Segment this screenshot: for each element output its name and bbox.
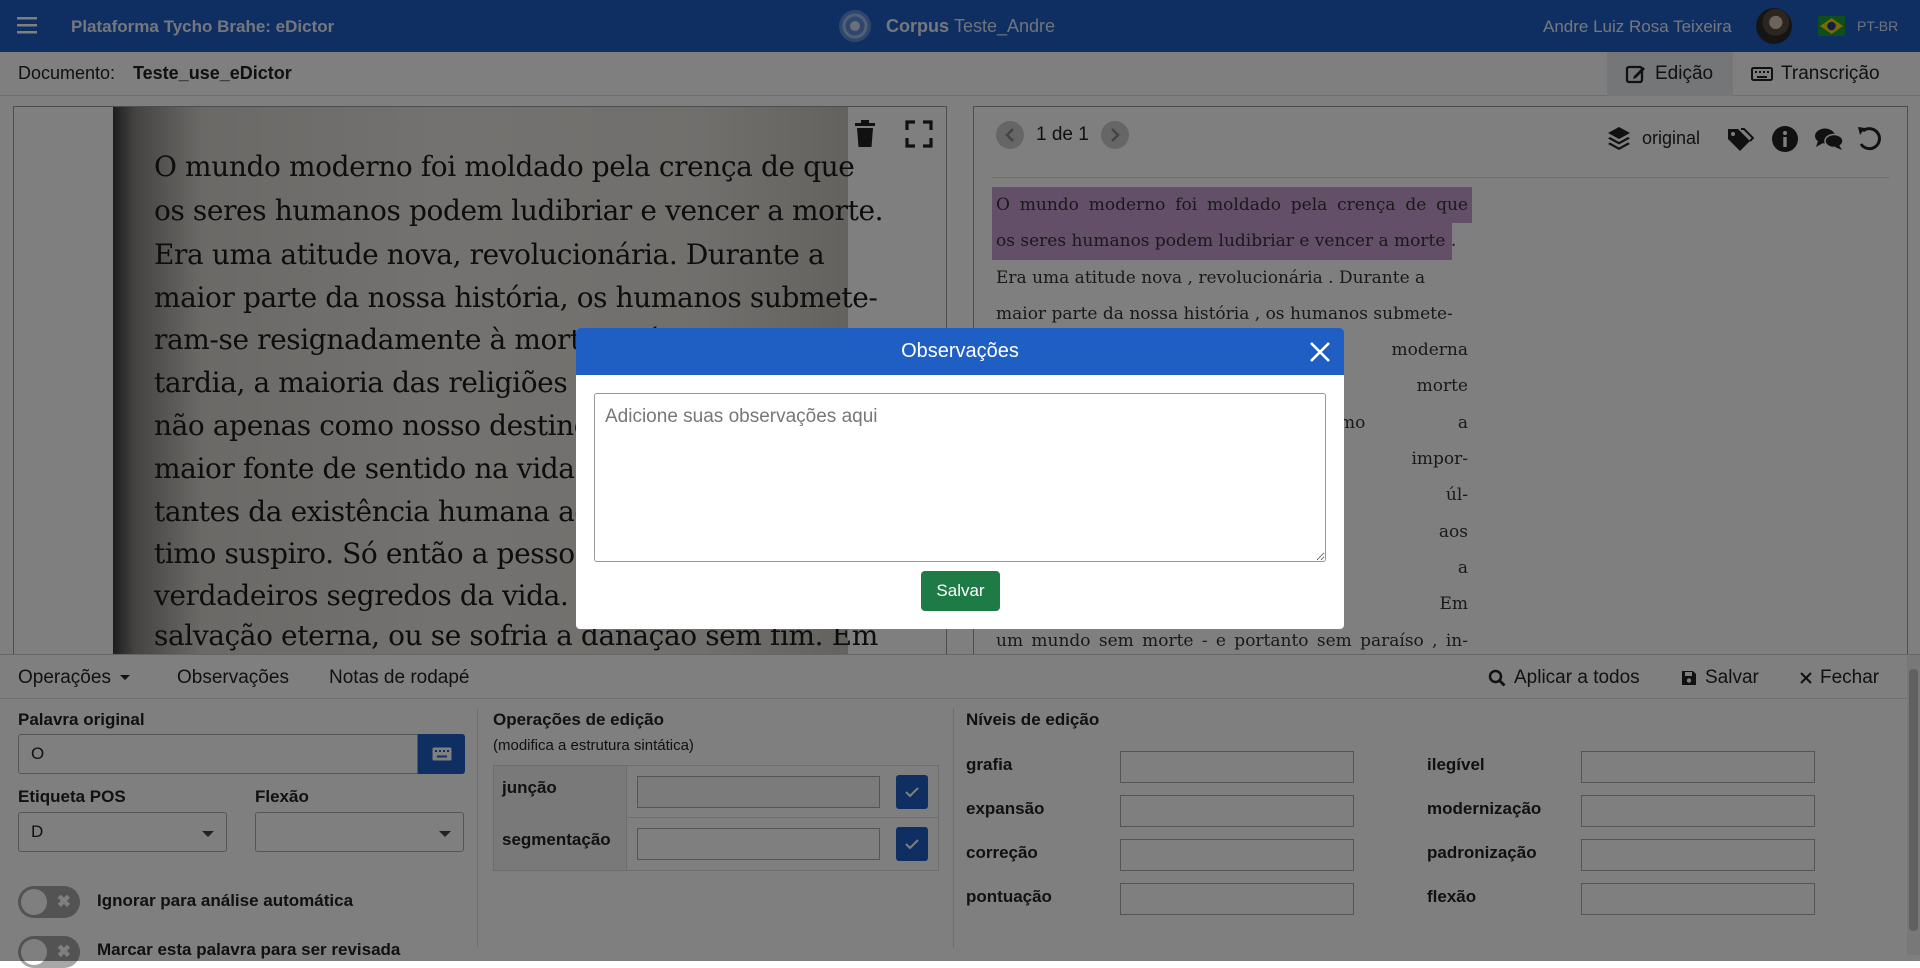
modal-save-button[interactable]: Salvar <box>921 571 1000 611</box>
modal-header: Observações <box>576 328 1344 375</box>
close-icon[interactable] <box>1308 340 1332 364</box>
modal-title: Observações <box>901 340 1019 362</box>
observations-modal: Observações Salvar <box>576 328 1344 629</box>
observations-textarea[interactable] <box>594 393 1326 562</box>
